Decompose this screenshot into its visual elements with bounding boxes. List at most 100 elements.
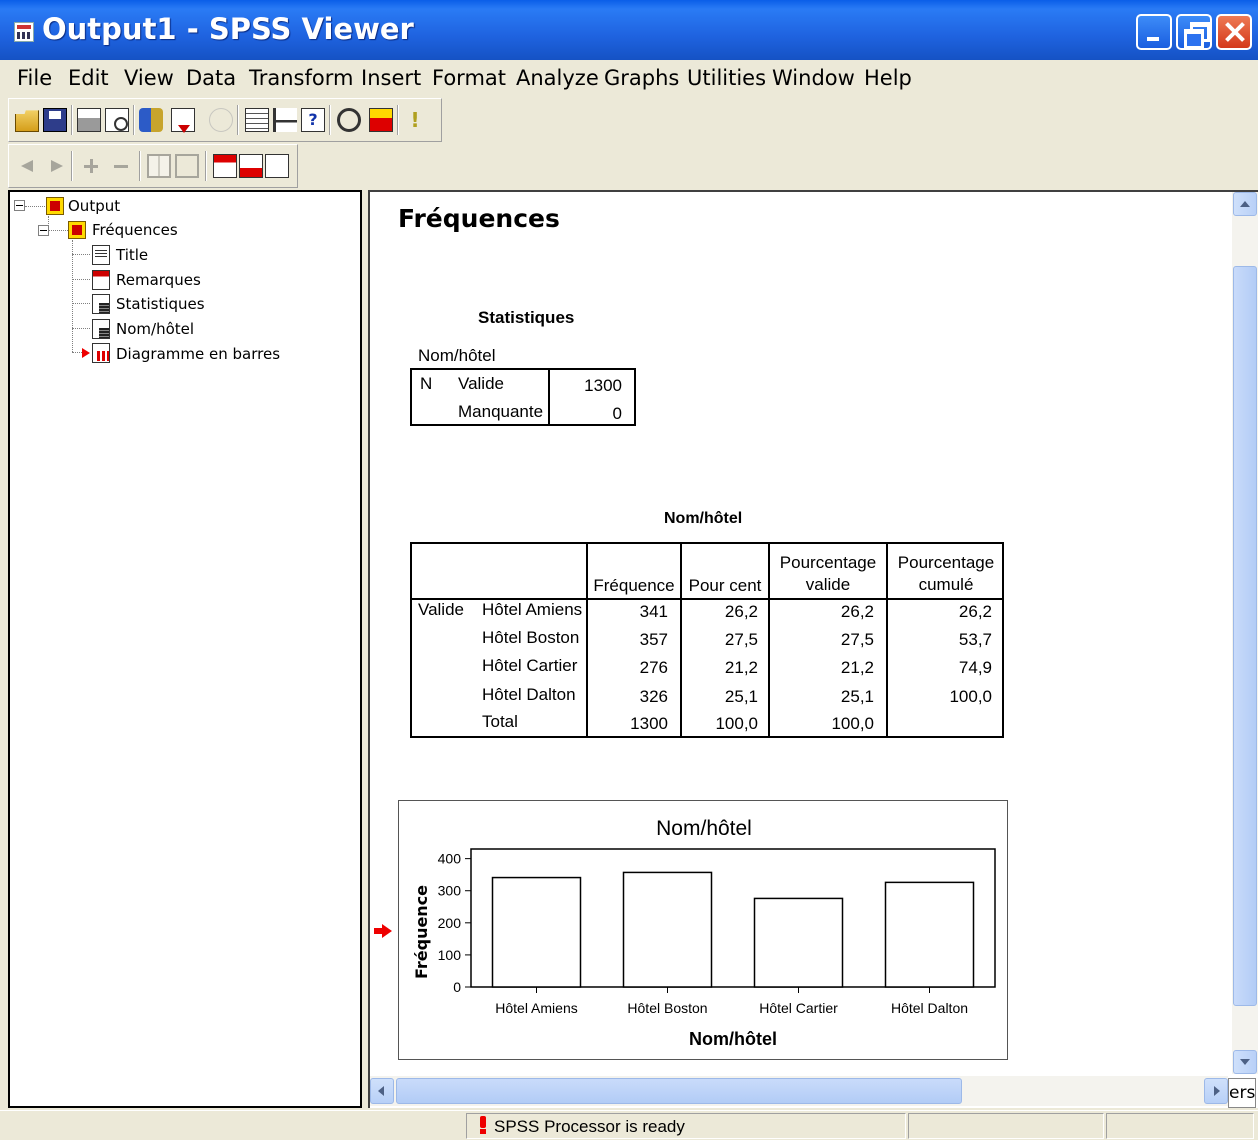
help-topics-icon[interactable]: ? xyxy=(301,108,325,132)
dialog-recall-icon[interactable] xyxy=(139,108,163,132)
hide-icon[interactable] xyxy=(175,154,199,178)
spss-viewer-icon[interactable] xyxy=(14,22,34,42)
menu-insert[interactable]: Insert xyxy=(361,66,421,90)
title-bar[interactable]: Output1 - SPSS Viewer xyxy=(0,0,1258,60)
scroll-up-icon[interactable] xyxy=(1233,192,1257,216)
tree-item-frequences[interactable]: Fréquences xyxy=(92,221,178,239)
tree-item-remarques[interactable]: Remarques xyxy=(116,271,201,289)
menu-transform[interactable]: Transform xyxy=(249,66,353,90)
frequency-table-icon xyxy=(92,319,110,339)
tree-item-diagramme[interactable]: Diagramme en barres xyxy=(116,345,280,363)
statistics-table-icon xyxy=(92,294,110,314)
save-icon[interactable] xyxy=(43,108,67,132)
tree-connector xyxy=(72,328,90,329)
insert-title-icon[interactable] xyxy=(239,154,263,178)
minimize-button[interactable] xyxy=(1136,14,1172,50)
collapse-minus-icon[interactable] xyxy=(109,154,133,178)
show-icon[interactable] xyxy=(147,154,171,178)
frequency-table-title[interactable]: Nom/hôtel xyxy=(664,510,742,528)
tree-connector xyxy=(72,254,90,255)
status-panel xyxy=(908,1113,1104,1139)
collapse-output-icon[interactable] xyxy=(14,200,25,211)
cumulative-percent-value: 74,9 xyxy=(958,658,992,677)
tree-item-output[interactable]: Output xyxy=(68,197,120,215)
percent-value: 100,0 xyxy=(715,714,758,733)
y-tick-label: 0 xyxy=(453,979,461,995)
percent-value: 26,2 xyxy=(724,602,758,621)
menu-data[interactable]: Data xyxy=(186,66,236,90)
menu-view[interactable]: View xyxy=(124,66,174,90)
designate-window-icon[interactable] xyxy=(369,108,393,132)
open-icon[interactable] xyxy=(15,110,39,132)
statistics-variable-label: Nom/hôtel xyxy=(418,346,496,365)
tree-connector xyxy=(72,279,90,280)
expand-plus-icon[interactable] xyxy=(79,154,103,178)
chart-canvas: Nom/hôtel 0 100 200 300 400 Fréquence Hôtel Ami… xyxy=(412,817,996,1049)
tree-item-title[interactable]: Title xyxy=(116,246,148,264)
selection-arrow-icon xyxy=(82,348,90,358)
percent-value: 27,5 xyxy=(724,630,758,649)
procedure-heading[interactable]: Fréquences xyxy=(398,204,560,233)
close-button[interactable] xyxy=(1216,14,1252,50)
insert-heading-icon[interactable] xyxy=(213,154,237,178)
horizontal-scrollbar[interactable] xyxy=(370,1076,1228,1106)
freq-row-label: Total xyxy=(482,712,518,731)
menu-file[interactable]: File xyxy=(17,66,52,90)
y-tick-label: 300 xyxy=(438,883,462,899)
freq-value: 326 xyxy=(639,687,668,706)
tree-connector xyxy=(25,206,45,207)
variables-icon[interactable] xyxy=(273,108,297,132)
vertical-scroll-thumb[interactable] xyxy=(1233,266,1257,1006)
bar xyxy=(622,871,713,988)
vertical-scrollbar[interactable] xyxy=(1232,192,1258,1074)
freq-row-label: Hôtel Dalton xyxy=(482,685,576,704)
menu-format[interactable]: Format xyxy=(432,66,506,90)
toolbar-separator xyxy=(133,105,135,135)
y-tick-label: 200 xyxy=(438,915,462,931)
promote-left-icon[interactable] xyxy=(17,154,41,178)
menu-utilities[interactable]: Utilities xyxy=(687,66,766,90)
freq-header: Pourcentage valide xyxy=(779,553,877,594)
valid-percent-value: 25,1 xyxy=(840,687,874,706)
scroll-left-icon[interactable] xyxy=(370,1078,394,1104)
y-axis-label: Fréquence xyxy=(412,885,431,979)
menu-graphs[interactable]: Graphs xyxy=(604,66,679,90)
scroll-down-icon[interactable] xyxy=(1233,1050,1257,1074)
print-icon[interactable] xyxy=(77,108,101,132)
statistics-table-title[interactable]: Statistiques xyxy=(478,308,574,328)
exclamation-icon[interactable]: ! xyxy=(403,108,427,132)
status-panel xyxy=(1106,1113,1254,1139)
outline-pane[interactable]: Output Fréquences Title Remarques Statis… xyxy=(8,190,362,1108)
maximize-button[interactable] xyxy=(1176,14,1212,50)
goto-case-icon[interactable] xyxy=(171,108,195,133)
demote-right-icon[interactable] xyxy=(43,154,67,178)
scroll-right-icon[interactable] xyxy=(1204,1078,1228,1104)
horizontal-scroll-thumb[interactable] xyxy=(396,1078,962,1104)
outline-toolbar xyxy=(8,144,298,188)
bar-chart[interactable]: Nom/hôtel 0 100 200 300 400 Fréquence Hôtel Ami… xyxy=(398,800,1008,1060)
statistics-table[interactable]: N Valide 1300 Manquante 0 xyxy=(410,368,636,426)
frequency-table[interactable]: Fréquence Pour cent Pourcentage valide P… xyxy=(410,542,1004,738)
menu-edit[interactable]: Edit xyxy=(68,66,109,90)
window-title: Output1 - SPSS Viewer xyxy=(42,12,414,46)
tree-item-nom-hotel[interactable]: Nom/hôtel xyxy=(116,320,194,338)
toolbar-separator xyxy=(71,105,73,135)
toolbar-separator xyxy=(205,151,207,181)
table-icon[interactable] xyxy=(245,108,269,132)
menu-analyze[interactable]: Analyze xyxy=(516,66,599,90)
menu-help[interactable]: Help xyxy=(864,66,912,90)
print-preview-icon[interactable] xyxy=(105,108,129,132)
x-tick-label: Hôtel Cartier xyxy=(759,1000,838,1016)
freq-header: Pourcentage cumulé xyxy=(897,553,995,594)
collapse-frequences-icon[interactable] xyxy=(38,225,49,236)
valid-percent-value: 100,0 xyxy=(831,714,874,733)
insert-text-icon[interactable] xyxy=(265,154,289,178)
tree-item-statistiques[interactable]: Statistiques xyxy=(116,295,205,313)
circle-icon[interactable] xyxy=(337,108,361,132)
chart-title: Nom/hôtel xyxy=(656,817,752,840)
toolbar-separator xyxy=(329,105,331,135)
pane-tab[interactable]: ers xyxy=(1228,1078,1256,1108)
output-content-pane[interactable]: Fréquences Statistiques Nom/hôtel N Vali… xyxy=(368,190,1258,1108)
menu-window[interactable]: Window xyxy=(772,66,855,90)
undo-icon[interactable] xyxy=(209,108,233,132)
